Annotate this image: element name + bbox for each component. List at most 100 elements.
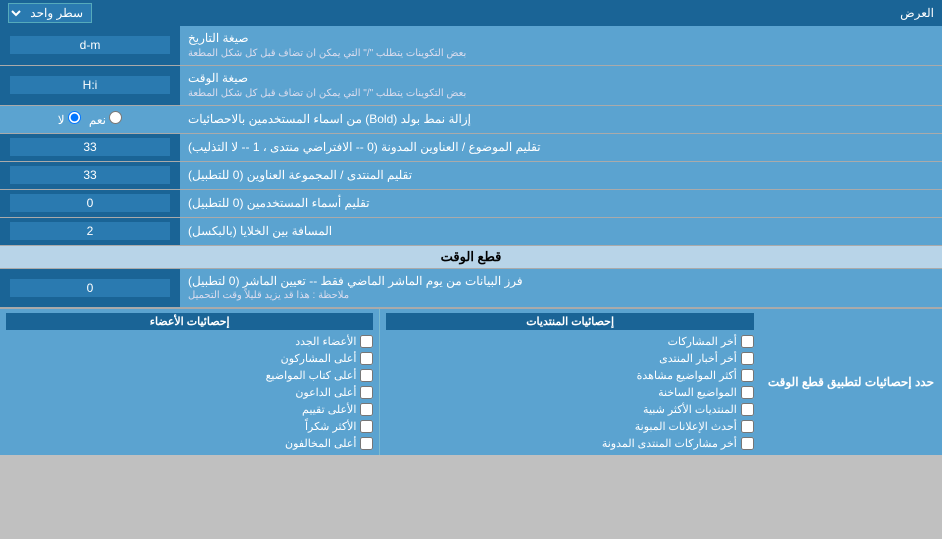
cell-spacing-row: المسافة بين الخلايا (بالبكسل) (0, 218, 942, 246)
stat-item-2: أخر أخبار المنتدى (386, 351, 753, 366)
bold-no-radio[interactable] (68, 111, 81, 124)
stat-checkbox-forum-written[interactable] (741, 437, 754, 450)
stat-item-1: أخر المشاركات (386, 334, 753, 349)
date-format-label-sub: بعض التكوينات يتطلب "/" التي يمكن ان تضا… (188, 47, 466, 61)
cut-time-input[interactable] (10, 279, 170, 297)
forum-group-label: تقليم المنتدى / المجموعة العناوين (0 للت… (180, 162, 942, 189)
stat-item-7: أخر مشاركات المنتدى المدونة (386, 436, 753, 451)
cut-time-label: فرز البيانات من يوم الماشر الماضي فقط --… (180, 269, 942, 308)
stat-item-m3: أعلى كتاب المواضيع (6, 368, 373, 383)
stat-checkbox-top-rated[interactable] (360, 403, 373, 416)
stat-item-3: أكثر المواضيع مشاهدة (386, 368, 753, 383)
bold-no-label[interactable]: لا (58, 111, 81, 127)
topic-trim-input[interactable] (10, 138, 170, 156)
display-label: العرض (900, 6, 934, 20)
stat-checkbox-latest-announcements[interactable] (741, 420, 754, 433)
stat-label-forum-news: أخر أخبار المنتدى (659, 352, 737, 365)
member-names-input-cell (0, 190, 180, 217)
forum-stats-header: إحصائيات المنتديات (386, 313, 753, 330)
stat-checkbox-most-similar[interactable] (741, 403, 754, 416)
date-format-label: صيغة التاريخ بعض التكوينات يتطلب "/" الت… (180, 26, 942, 65)
stats-columns: إحصائيات المنتديات أخر المشاركات أخر أخب… (0, 309, 760, 455)
stat-label-forum-written: أخر مشاركات المنتدى المدونة (602, 437, 737, 450)
stat-label-most-similar: المنتديات الأكثر شبية (643, 403, 737, 416)
cell-spacing-input[interactable] (10, 222, 170, 240)
topic-trim-row: تقليم الموضوع / العناوين المدونة (0 -- ا… (0, 134, 942, 162)
stat-label-top-posters: أعلى المشاركون (281, 352, 357, 365)
stat-checkbox-most-viewed[interactable] (741, 369, 754, 382)
display-select[interactable]: سطر واحد سطرين ثلاثة أسطر (8, 3, 92, 23)
forum-group-input[interactable] (10, 166, 170, 184)
stat-label-top-violators: أعلى المخالفون (285, 437, 356, 450)
cell-spacing-label: المسافة بين الخلايا (بالبكسل) (180, 218, 942, 245)
stat-checkbox-top-violators[interactable] (360, 437, 373, 450)
stat-label-posts: أخر المشاركات (668, 335, 737, 348)
member-names-input[interactable] (10, 194, 170, 212)
forum-group-input-cell (0, 162, 180, 189)
cell-spacing-label-text: المسافة بين الخلايا (بالبكسل) (188, 223, 332, 240)
bold-yes-label[interactable]: نعم (89, 111, 122, 127)
forum-group-label-text: تقليم المنتدى / المجموعة العناوين (0 للت… (188, 167, 412, 184)
topic-trim-label: تقليم الموضوع / العناوين المدونة (0 -- ا… (180, 134, 942, 161)
stat-item-m2: أعلى المشاركون (6, 351, 373, 366)
member-stats-col: إحصائيات الأعضاء الأعضاء الجدد أعلى المش… (0, 309, 380, 455)
cell-spacing-input-cell (0, 218, 180, 245)
top-select-wrapper: سطر واحد سطرين ثلاثة أسطر (8, 3, 92, 23)
top-row: العرض سطر واحد سطرين ثلاثة أسطر (0, 0, 942, 26)
cut-time-row: فرز البيانات من يوم الماشر الماضي فقط --… (0, 269, 942, 309)
stat-checkbox-most-thanked[interactable] (360, 420, 373, 433)
stat-item-6: أحدث الإعلانات المبونة (386, 419, 753, 434)
date-format-input-cell (0, 26, 180, 65)
stat-checkbox-top-posters[interactable] (360, 352, 373, 365)
stat-checkbox-hot-topics[interactable] (741, 386, 754, 399)
stat-label-hot-topics: المواضيع الساخنة (658, 386, 737, 399)
member-names-label-text: تقليم أسماء المستخدمين (0 للتطبيل) (188, 195, 370, 212)
stat-item-5: المنتديات الأكثر شبية (386, 402, 753, 417)
bold-yes-radio[interactable] (109, 111, 122, 124)
time-format-input-cell (0, 66, 180, 105)
stat-label-top-callers: أعلى الداعون (295, 386, 356, 399)
member-names-label: تقليم أسماء المستخدمين (0 للتطبيل) (180, 190, 942, 217)
time-format-input[interactable] (10, 76, 170, 94)
stat-checkbox-new-members[interactable] (360, 335, 373, 348)
topic-trim-label-text: تقليم الموضوع / العناوين المدونة (0 -- ا… (188, 139, 541, 156)
stat-label-latest-announcements: أحدث الإعلانات المبونة (635, 420, 737, 433)
stat-item-m6: الأكثر شكراً (6, 419, 373, 434)
time-format-label-main: صيغة الوقت (188, 70, 248, 87)
stats-label: حدد إحصائيات لتطبيق قطع الوقت (760, 309, 942, 455)
time-format-label: صيغة الوقت بعض التكوينات يتطلب "/" التي … (180, 66, 942, 105)
stat-item-m5: الأعلى تقييم (6, 402, 373, 417)
cut-time-input-cell (0, 269, 180, 308)
date-format-input[interactable] (10, 36, 170, 54)
bold-remove-label-text: إزالة نمط بولد (Bold) من اسماء المستخدمي… (188, 111, 471, 128)
stat-item-4: المواضيع الساخنة (386, 385, 753, 400)
date-format-label-main: صيغة التاريخ (188, 30, 249, 47)
cut-time-label-main: فرز البيانات من يوم الماشر الماضي فقط --… (188, 273, 523, 290)
bold-remove-radio-cell: نعم لا (0, 106, 180, 133)
date-format-row: صيغة التاريخ بعض التكوينات يتطلب "/" الت… (0, 26, 942, 66)
member-stats-header: إحصائيات الأعضاء (6, 313, 373, 330)
bold-remove-row: إزالة نمط بولد (Bold) من اسماء المستخدمي… (0, 106, 942, 134)
forum-stats-col: إحصائيات المنتديات أخر المشاركات أخر أخب… (380, 309, 759, 455)
time-format-label-sub: بعض التكوينات يتطلب "/" التي يمكن ان تضا… (188, 87, 466, 101)
stat-item-m1: الأعضاء الجدد (6, 334, 373, 349)
stats-section: حدد إحصائيات لتطبيق قطع الوقت إحصائيات ا… (0, 308, 942, 455)
stat-label-top-rated: الأعلى تقييم (302, 403, 356, 416)
stat-checkbox-forum-news[interactable] (741, 352, 754, 365)
member-names-row: تقليم أسماء المستخدمين (0 للتطبيل) (0, 190, 942, 218)
stat-checkbox-top-callers[interactable] (360, 386, 373, 399)
topic-trim-input-cell (0, 134, 180, 161)
cut-time-section-header: قطع الوقت (0, 246, 942, 269)
stat-checkbox-posts[interactable] (741, 335, 754, 348)
stat-checkbox-top-writers[interactable] (360, 369, 373, 382)
cut-time-title: قطع الوقت (0, 246, 942, 268)
cut-time-label-note: ملاحظة : هذا قد يزيد قليلاً وقت التحميل (188, 289, 349, 303)
forum-group-row: تقليم المنتدى / المجموعة العناوين (0 للت… (0, 162, 942, 190)
time-format-row: صيغة الوقت بعض التكوينات يتطلب "/" التي … (0, 66, 942, 106)
stat-item-m7: أعلى المخالفون (6, 436, 373, 451)
stat-label-top-writers: أعلى كتاب المواضيع (266, 369, 357, 382)
bold-remove-label: إزالة نمط بولد (Bold) من اسماء المستخدمي… (180, 106, 942, 133)
main-container: العرض سطر واحد سطرين ثلاثة أسطر صيغة الت… (0, 0, 942, 455)
stats-label-text: حدد إحصائيات لتطبيق قطع الوقت (768, 374, 934, 391)
stat-item-m4: أعلى الداعون (6, 385, 373, 400)
